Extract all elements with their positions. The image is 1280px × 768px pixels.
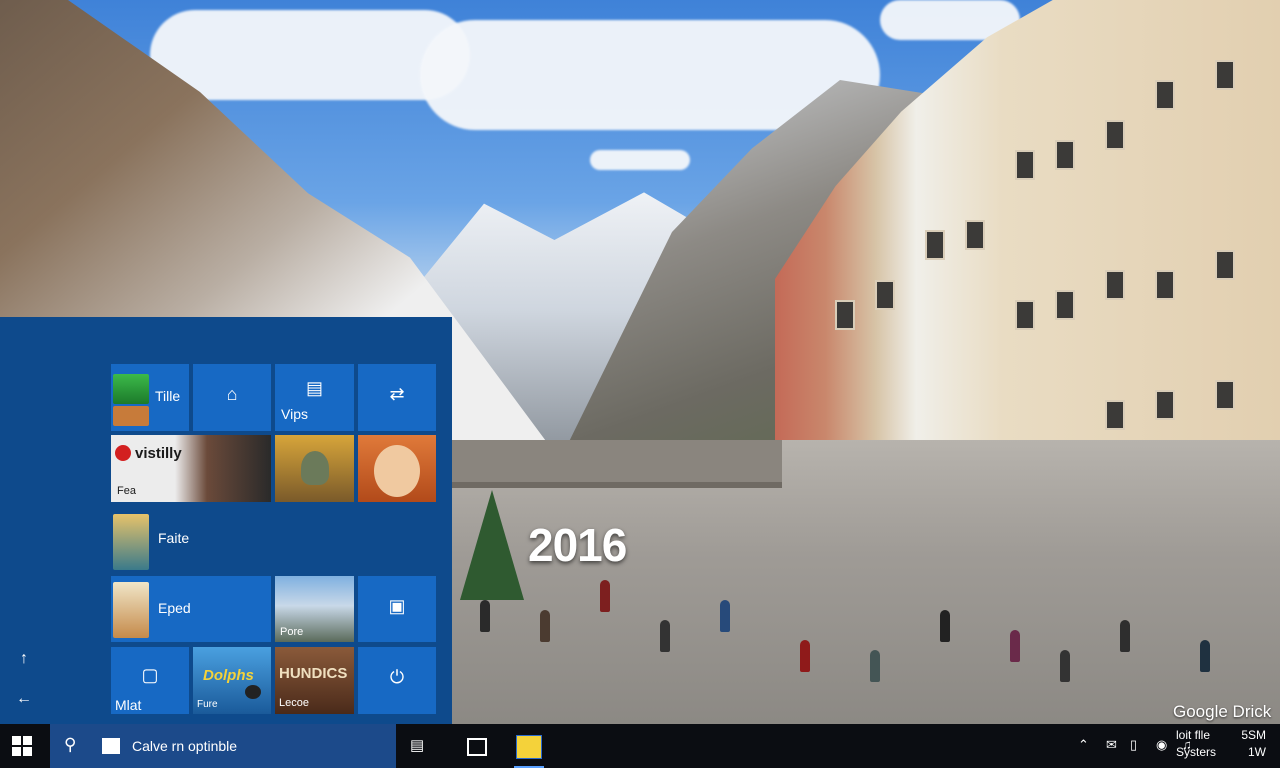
- tile-dolphs[interactable]: Dolphs Fure: [193, 647, 271, 714]
- search-box[interactable]: ⚲ Calve rn optinble ▤: [50, 724, 424, 768]
- tile-mlat[interactable]: ▢ Mlat: [111, 647, 189, 714]
- start-rail: ↑ ←: [0, 317, 48, 724]
- clock[interactable]: loit flle 5SM Systers 1W: [1176, 727, 1266, 761]
- photo-portrait-icon: [374, 445, 420, 497]
- travel-icon: [113, 514, 149, 570]
- tile-home[interactable]: ⌂: [193, 364, 271, 431]
- tile-store[interactable]: Tille: [111, 364, 189, 431]
- taskbar: ⚲ Calve rn optinble ▤ ⌃ ✉ ▯ ◉ ♫ loit fll…: [0, 724, 1280, 768]
- stone-bridge: [452, 440, 782, 488]
- arrow-left-icon[interactable]: ←: [12, 687, 36, 711]
- photo-game-icon: [301, 451, 329, 485]
- box-icon: [102, 738, 120, 754]
- tile-eped[interactable]: Eped: [111, 576, 271, 642]
- arrow-up-icon[interactable]: ↑: [12, 647, 36, 671]
- mountain-photo-icon: Pore: [280, 626, 304, 638]
- tile-portrait-photo[interactable]: [358, 435, 436, 502]
- clock-line-3: 5SM: [1241, 728, 1266, 742]
- bird-photo-icon: [245, 685, 261, 699]
- home-icon: ⌂: [226, 384, 238, 404]
- search-icon: ⚲: [64, 735, 77, 754]
- tile-power[interactable]: ⏻: [358, 647, 436, 714]
- clock-line-2: Systers: [1176, 745, 1217, 759]
- power-icon: ⏻: [389, 667, 405, 687]
- bag-icon: ▢: [141, 665, 159, 685]
- notes-icon[interactable]: [516, 735, 542, 759]
- doc-icon: ▤: [305, 378, 323, 398]
- tile-calendar[interactable]: ▣: [358, 576, 436, 642]
- tile-vistilly[interactable]: vistilly Fea: [111, 435, 271, 502]
- tile-vips[interactable]: ▤ Vips: [275, 364, 354, 431]
- tile-faite[interactable]: Faite: [111, 508, 436, 575]
- calendar-icon: ▣: [388, 596, 406, 616]
- tile-game-photo[interactable]: [275, 435, 354, 502]
- windows-logo-icon[interactable]: [12, 736, 32, 756]
- watermark-text: Google Drick: [1173, 702, 1272, 721]
- sync-icon: ⇄: [389, 384, 405, 404]
- news-icon: [113, 582, 149, 638]
- year-overlay: 2016: [528, 519, 627, 571]
- store-icon: [113, 374, 149, 404]
- app-logo-icon: [115, 445, 131, 461]
- search-placeholder: Calve rn optinble: [132, 738, 238, 754]
- chevron-up-icon[interactable]: ⌃: [1078, 737, 1089, 753]
- notes-small-icon[interactable]: ▤: [410, 736, 424, 754]
- task-view-icon[interactable]: [467, 738, 487, 756]
- poster-icon: HUNDICS: [279, 665, 348, 682]
- clock-line-1: loit flle: [1176, 728, 1211, 742]
- battery-icon[interactable]: ▯: [1130, 737, 1137, 753]
- tile-sync[interactable]: ⇄: [358, 364, 436, 431]
- network-icon[interactable]: ◉: [1156, 737, 1167, 753]
- tile-hundics[interactable]: HUNDICS Lecoe: [275, 647, 354, 714]
- message-icon[interactable]: ✉: [1106, 737, 1117, 753]
- tile-mountain-photo[interactable]: Pore: [275, 576, 354, 642]
- clock-line-4: 1W: [1248, 745, 1266, 759]
